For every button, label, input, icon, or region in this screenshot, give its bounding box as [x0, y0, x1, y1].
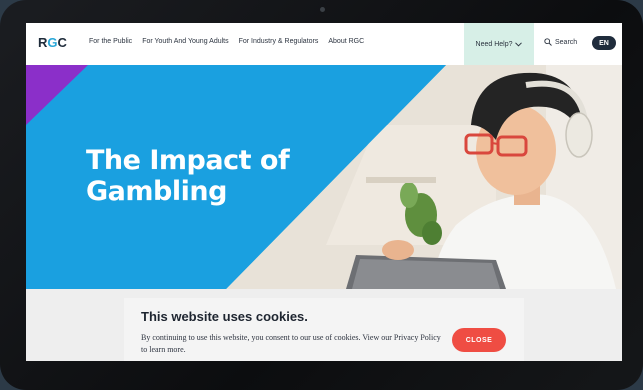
- cookie-banner: This website uses cookies. By continuing…: [124, 298, 524, 361]
- chevron-down-icon: [515, 41, 523, 47]
- rgc-logo[interactable]: RGC: [38, 35, 67, 53]
- main-nav: For the Public For Youth And Young Adult…: [89, 38, 364, 45]
- need-help-dropdown[interactable]: Need Help?: [464, 23, 534, 65]
- browser-screen: RGC For the Public For Youth And Young A…: [26, 23, 622, 361]
- cookie-close-button[interactable]: CLOSE: [452, 328, 506, 352]
- nav-item-industry[interactable]: For Industry & Regulators: [239, 38, 319, 45]
- hero-title: The Impact of Gambling: [86, 145, 290, 207]
- need-help-label: Need Help?: [475, 40, 513, 48]
- nav-item-about[interactable]: About RGC: [328, 38, 364, 45]
- site-header: RGC For the Public For Youth And Young A…: [26, 23, 622, 65]
- search-button[interactable]: Search: [544, 38, 577, 46]
- tablet-frame: RGC For the Public For Youth And Young A…: [0, 0, 643, 390]
- logo-letter-r: R: [38, 35, 48, 50]
- search-label: Search: [555, 38, 578, 46]
- language-toggle[interactable]: EN: [592, 36, 616, 50]
- nav-item-public[interactable]: For the Public: [89, 38, 132, 45]
- camera-dot: [320, 7, 325, 12]
- hero-banner: The Impact of Gambling: [26, 65, 622, 289]
- cookie-text: By continuing to use this website, you c…: [141, 333, 441, 354]
- nav-item-youth[interactable]: For Youth And Young Adults: [142, 38, 228, 45]
- cookie-title: This website uses cookies.: [141, 309, 308, 324]
- logo-letter-g: G: [47, 35, 58, 50]
- search-icon: [544, 38, 552, 46]
- logo-letter-c: C: [57, 35, 67, 50]
